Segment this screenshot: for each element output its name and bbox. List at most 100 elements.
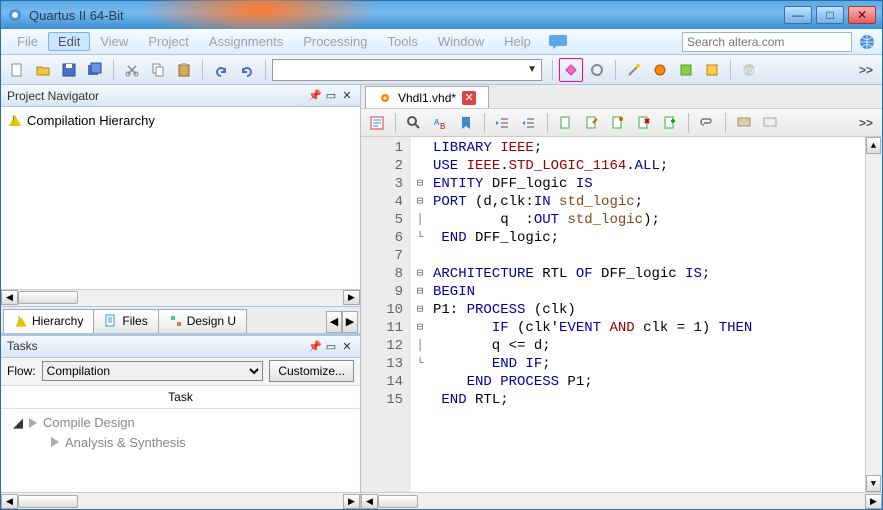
scroll-right-icon[interactable]: ▶ — [343, 494, 360, 509]
separator — [730, 60, 731, 80]
analyze-button[interactable] — [585, 58, 609, 82]
editor-toolbar: AB >> — [361, 109, 882, 137]
code-area: 123456789101112131415 ⊟⊟│└⊟⊟⊟⊟│└ LIBRARY… — [361, 137, 882, 492]
compilation-hierarchy-item[interactable]: Compilation Hierarchy — [5, 111, 356, 130]
cut-button[interactable] — [120, 58, 144, 82]
flow-label: Flow: — [7, 364, 36, 378]
timing-button[interactable] — [648, 58, 672, 82]
scroll-left-icon[interactable]: ◀ — [1, 494, 18, 509]
attach-icon[interactable] — [695, 111, 719, 135]
scroll-up-icon[interactable]: ▲ — [866, 137, 881, 154]
report-icon[interactable] — [365, 111, 389, 135]
stop-button[interactable]: STOP — [737, 58, 761, 82]
save-button[interactable] — [57, 58, 81, 82]
panel-close-icon[interactable]: ✕ — [340, 339, 354, 353]
scroll-thumb[interactable] — [18, 291, 78, 304]
menu-view[interactable]: View — [90, 32, 138, 51]
editor-vscroll[interactable]: ▲ ▼ — [865, 137, 882, 492]
minimize-button[interactable]: — — [784, 6, 812, 24]
scroll-thumb[interactable] — [18, 495, 78, 508]
indent-icon[interactable] — [517, 111, 541, 135]
menu-processing[interactable]: Processing — [293, 32, 377, 51]
help-bubble-icon[interactable] — [549, 32, 569, 52]
find-icon[interactable] — [402, 111, 426, 135]
tab-design-units[interactable]: Design U — [158, 309, 247, 333]
flow-select[interactable]: Compilation — [42, 361, 264, 381]
editor-tabs: Vhdl1.vhd* ✕ — [361, 85, 882, 109]
separator — [688, 113, 689, 133]
code-text[interactable]: LIBRARY IEEE; USE IEEE.STD_LOGIC_1164.AL… — [429, 137, 865, 492]
menu-project[interactable]: Project — [138, 32, 198, 51]
scroll-right-icon[interactable]: ▶ — [865, 494, 882, 509]
tab-close-icon[interactable]: ✕ — [462, 91, 476, 105]
toolbar-overflow[interactable]: >> — [854, 58, 878, 82]
menu-assignments[interactable]: Assignments — [199, 32, 293, 51]
task-analysis-synthesis[interactable]: Analysis & Synthesis — [11, 433, 350, 452]
app-icon — [7, 7, 23, 23]
device-combo[interactable]: ▼ — [272, 59, 542, 81]
scroll-left-icon[interactable]: ◀ — [1, 290, 18, 305]
dock-icon[interactable]: ▭ — [324, 339, 338, 353]
app-window: Quartus II 64-Bit — □ ✕ FileEditViewProj… — [0, 0, 883, 510]
navigator-body: Compilation Hierarchy — [1, 107, 360, 289]
bookmark-icon[interactable] — [454, 111, 478, 135]
play-icon — [51, 437, 59, 447]
scroll-thumb[interactable] — [378, 495, 418, 508]
template3-icon[interactable] — [606, 111, 630, 135]
customize-button[interactable]: Customize... — [269, 360, 354, 382]
magic-wand-button[interactable] — [622, 58, 646, 82]
tasks-header: Tasks 📌 ▭ ✕ — [1, 336, 360, 358]
menu-file[interactable]: File — [7, 32, 48, 51]
replace-icon[interactable]: AB — [428, 111, 452, 135]
uncomment-icon[interactable] — [758, 111, 782, 135]
separator — [484, 113, 485, 133]
project-navigator-title: Project Navigator — [7, 89, 99, 103]
pin-planner-button[interactable] — [700, 58, 724, 82]
window-title: Quartus II 64-Bit — [29, 8, 780, 23]
chip-planner-button[interactable] — [674, 58, 698, 82]
scroll-down-icon[interactable]: ▼ — [866, 475, 881, 492]
globe-icon[interactable] — [858, 33, 876, 51]
tab-hierarchy[interactable]: Hierarchy — [3, 309, 94, 333]
menu-help[interactable]: Help — [494, 32, 541, 51]
panel-close-icon[interactable]: ✕ — [340, 89, 354, 103]
editor-tab-vhdl1[interactable]: Vhdl1.vhd* ✕ — [365, 86, 489, 108]
close-button[interactable]: ✕ — [848, 6, 876, 24]
tabs-scroll-left[interactable]: ◀ — [326, 311, 342, 333]
task-compile-design[interactable]: ◢ Compile Design — [11, 413, 350, 433]
undo-button[interactable] — [209, 58, 233, 82]
maximize-button[interactable]: □ — [816, 6, 844, 24]
separator — [265, 60, 266, 80]
menu-tools[interactable]: Tools — [378, 32, 428, 51]
scroll-left-icon[interactable]: ◀ — [361, 494, 378, 509]
menu-edit[interactable]: Edit — [48, 32, 90, 51]
copy-button[interactable] — [146, 58, 170, 82]
svg-text:B: B — [440, 122, 445, 131]
search-input[interactable] — [682, 32, 852, 52]
editor-toolbar-overflow[interactable]: >> — [854, 111, 878, 135]
template2-icon[interactable] — [580, 111, 604, 135]
tabs-scroll-right[interactable]: ▶ — [342, 311, 358, 333]
pin-icon[interactable]: 📌 — [308, 89, 322, 103]
tab-files[interactable]: Files — [93, 309, 158, 333]
dock-icon[interactable]: ▭ — [324, 89, 338, 103]
redo-button[interactable] — [235, 58, 259, 82]
paste-button[interactable] — [172, 58, 196, 82]
comment-icon[interactable] — [732, 111, 756, 135]
template-del-icon[interactable] — [632, 111, 656, 135]
outdent-icon[interactable] — [491, 111, 515, 135]
template-icon[interactable] — [554, 111, 578, 135]
separator — [552, 60, 553, 80]
menu-window[interactable]: Window — [428, 32, 494, 51]
nav-hscroll[interactable]: ◀ ▶ — [1, 289, 360, 306]
editor-tab-label: Vhdl1.vhd* — [398, 91, 456, 105]
open-button[interactable] — [31, 58, 55, 82]
pin-icon[interactable]: 📌 — [308, 339, 322, 353]
compile-button[interactable] — [559, 58, 583, 82]
save-all-button[interactable] — [83, 58, 107, 82]
new-file-button[interactable] — [5, 58, 29, 82]
editor-hscroll[interactable]: ◀ ▶ — [361, 492, 882, 509]
scroll-right-icon[interactable]: ▶ — [343, 290, 360, 305]
template-add-icon[interactable] — [658, 111, 682, 135]
tasks-hscroll[interactable]: ◀ ▶ — [1, 492, 360, 509]
